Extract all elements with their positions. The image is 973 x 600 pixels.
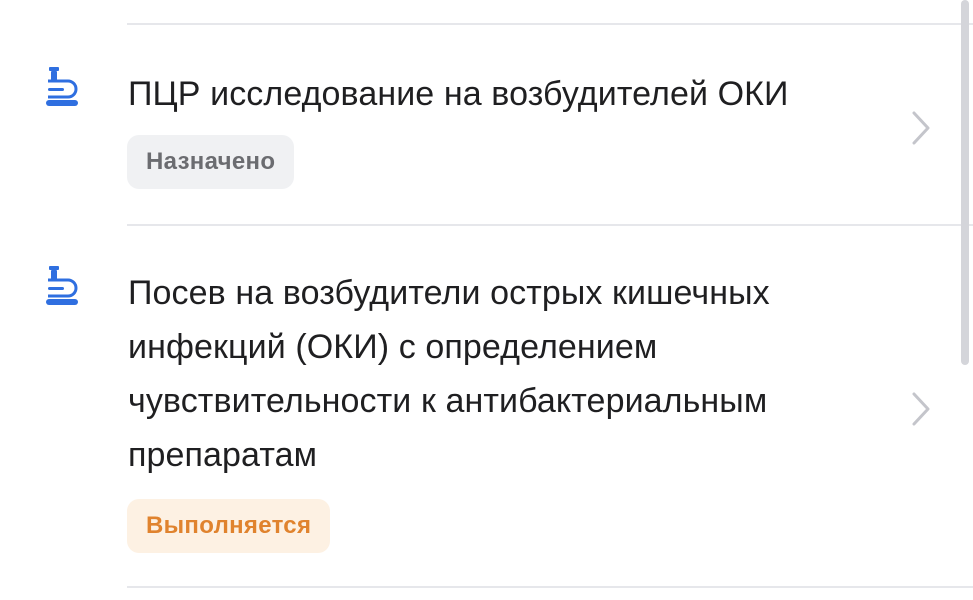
analysis-list: ПЦР исследование на возбудителей ОКИ Наз… (0, 0, 973, 600)
item-title-line: инфекций (ОКИ) с определением (128, 328, 658, 366)
list-divider (127, 586, 973, 588)
chevron-right-icon[interactable] (909, 389, 933, 429)
item-title: Посев на возбудители острых кишечных инф… (128, 266, 868, 482)
scrollbar[interactable] (961, 0, 969, 365)
status-badge: Назначено (127, 135, 295, 189)
microscope-icon (46, 266, 78, 305)
chevron-right-icon[interactable] (909, 108, 933, 148)
list-item-pcr[interactable]: ПЦР исследование на возбудителей ОКИ Наз… (0, 25, 973, 224)
item-title-line: Посев на возбудители острых кишечных (128, 274, 770, 312)
item-title: ПЦР исследование на возбудителей ОКИ (128, 75, 789, 113)
microscope-icon (46, 67, 78, 106)
item-title-line: препаратам (128, 436, 318, 474)
item-title-line: чувствительности к антибактериальным (128, 382, 768, 420)
list-item-culture[interactable]: Посев на возбудители острых кишечных инф… (0, 226, 973, 586)
status-badge: Выполняется (127, 499, 331, 553)
